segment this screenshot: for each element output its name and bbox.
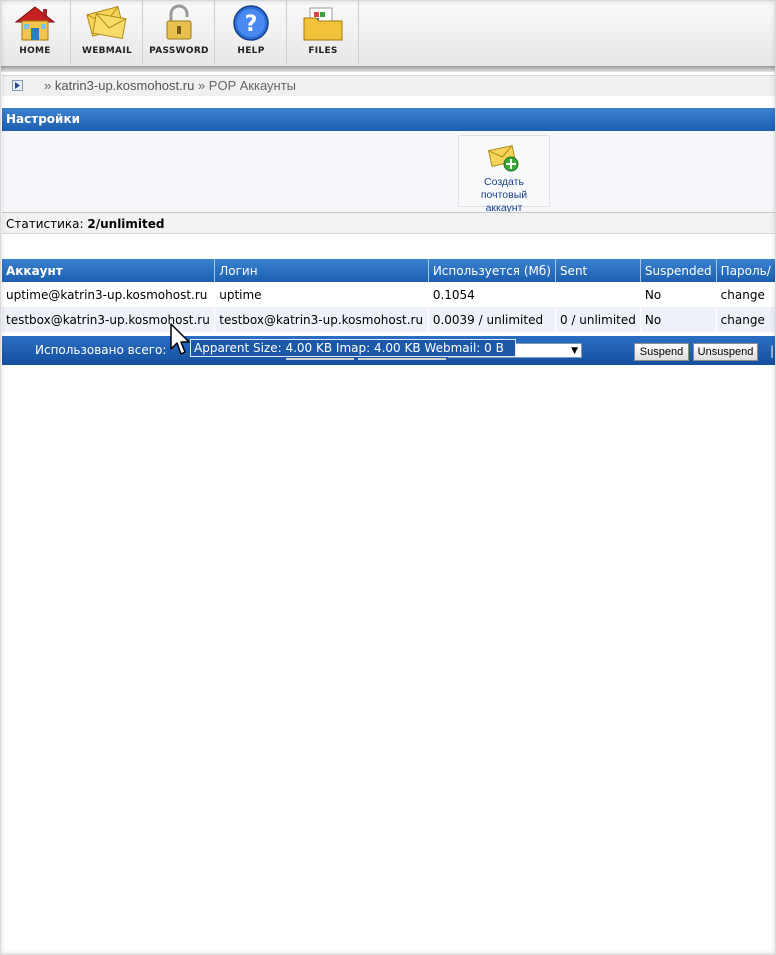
change-password-link[interactable]: change <box>716 282 776 307</box>
chevron-down-icon: ▼ <box>571 346 578 356</box>
create-mail-account-button[interactable]: Создать почтовый аккаунт <box>458 135 550 214</box>
login-cell: testbox@katrin3-up.kosmohost.ru <box>214 307 429 332</box>
column-header-sent[interactable]: Sent <box>555 259 641 282</box>
breadcrumb-page: POP Аккаунты <box>208 78 297 93</box>
toolbar-help-label: HELP <box>237 46 265 56</box>
toolbar-files-label: FILES <box>308 46 338 56</box>
toolbar-home[interactable]: HOME <box>0 0 71 64</box>
toolbar-shadow <box>0 66 776 72</box>
mouse-cursor-icon <box>170 323 190 355</box>
statistics-value: 2/unlimited <box>87 217 165 231</box>
toolbar-webmail[interactable]: WEBMAIL <box>72 0 143 64</box>
column-header-password[interactable]: Пароль/ <box>716 259 776 282</box>
settings-header: Настройки <box>2 108 776 131</box>
svg-text:?: ? <box>245 12 258 37</box>
breadcrumb-separator: » <box>44 78 52 93</box>
statistics-row: Статистика: 2/unlimited <box>2 212 776 234</box>
suspend-button[interactable]: Suspend <box>634 343 689 361</box>
toolbar-help[interactable]: ? HELP <box>216 0 287 64</box>
create-label-line: почтовый <box>480 189 528 201</box>
breadcrumb-text: » katrin3-up.kosmohost.ru » POP Аккаунты <box>44 78 296 93</box>
breadcrumb-domain-link[interactable]: katrin3-up.kosmohost.ru <box>55 78 194 93</box>
toolbar-home-label: HOME <box>19 46 51 56</box>
table-row: uptime@katrin3-up.kosmohost.ru uptime 0.… <box>2 282 776 307</box>
column-header-login[interactable]: Логин <box>214 259 429 282</box>
account-cell[interactable]: uptime@katrin3-up.kosmohost.ru <box>2 282 216 307</box>
suspended-cell: No <box>640 282 717 307</box>
total-used-label: Использовано всего: <box>35 343 167 357</box>
column-header-suspended[interactable]: Suspended <box>640 259 717 282</box>
create-label-line: Создать <box>484 176 524 188</box>
usage-cell: 0.0039 / unlimited <box>428 307 556 332</box>
toolbar-password[interactable]: PASSWORD <box>144 0 215 64</box>
column-header-usage[interactable]: Используется (Мб) <box>428 259 556 282</box>
home-icon <box>14 6 56 41</box>
toolbar-webmail-label: WEBMAIL <box>81 46 133 56</box>
column-header-account[interactable]: Аккаунт <box>2 259 216 282</box>
table-row: testbox@katrin3-up.kosmohost.ru testbox@… <box>2 307 776 332</box>
help-icon: ? <box>233 5 269 41</box>
sent-cell <box>555 282 641 307</box>
envelope-icon <box>86 5 127 40</box>
lock-icon <box>166 4 192 40</box>
usage-tooltip: Apparent Size: 4.00 KB Imap: 4.00 KB Web… <box>190 339 516 357</box>
accounts-table: Аккаунт Логин Используется (Мб) Sent Sus… <box>2 259 776 332</box>
expand-icon[interactable] <box>12 80 23 91</box>
toolbar-password-label: PASSWORD <box>149 46 209 56</box>
statistics-label: Статистика: <box>6 217 84 231</box>
folder-icon <box>303 7 343 41</box>
sent-cell: 0 / unlimited <box>555 307 641 332</box>
create-panel: Создать почтовый аккаунт <box>2 131 776 214</box>
usage-cell: 0.1054 <box>428 282 556 307</box>
toolbar-files[interactable]: FILES <box>288 0 359 64</box>
new-mail-icon <box>488 145 519 172</box>
footer-separator: | <box>770 344 775 358</box>
change-password-link[interactable]: change <box>716 307 776 332</box>
unsuspend-button[interactable]: Unsuspend <box>693 343 758 361</box>
suspended-cell: No <box>640 307 717 332</box>
top-toolbar: HOME WEBMAIL PASSWORD ? HELP FILES <box>0 0 776 67</box>
breadcrumb-separator: » <box>197 78 206 93</box>
create-mail-account-label: Создать почтовый аккаунт <box>459 176 549 215</box>
breadcrumb: » katrin3-up.kosmohost.ru » POP Аккаунты <box>2 75 776 96</box>
login-cell: uptime <box>214 282 429 307</box>
